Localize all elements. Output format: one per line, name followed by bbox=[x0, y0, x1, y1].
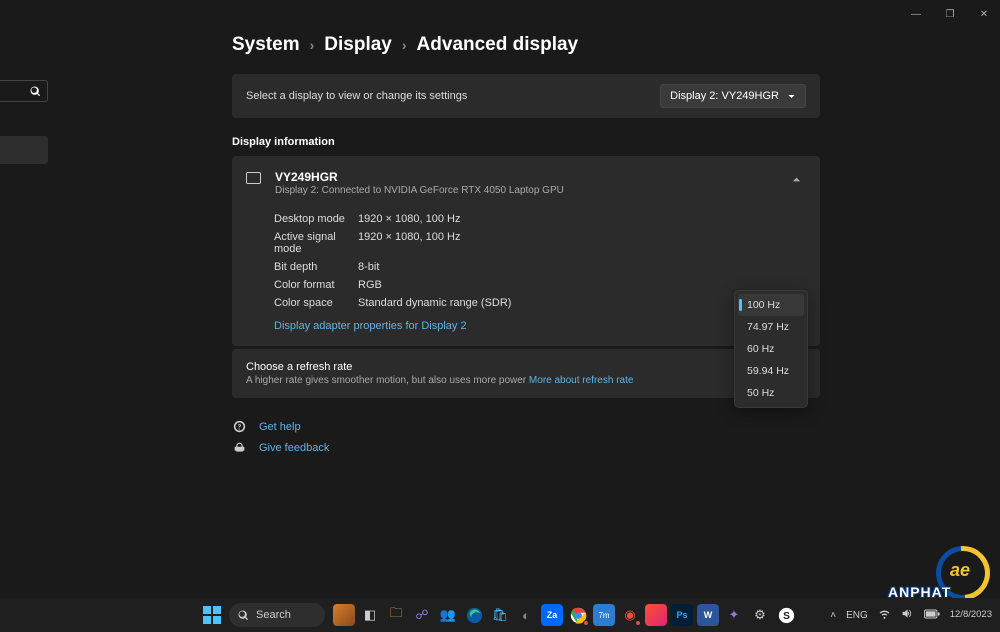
display-selector-dropdown[interactable]: Display 2: VY249HGR bbox=[660, 84, 806, 108]
select-display-label: Select a display to view or change its s… bbox=[246, 90, 467, 102]
refresh-rate-subtitle: A higher rate gives smoother motion, but… bbox=[246, 375, 806, 386]
taskbar-zalo-icon[interactable]: Za bbox=[541, 604, 563, 626]
info-row: Active signal mode1920 × 1080, 100 Hz bbox=[274, 228, 806, 258]
breadcrumb-current: Advanced display bbox=[417, 34, 579, 56]
tray-language[interactable]: ENG bbox=[846, 610, 868, 621]
display-model: VY249HGR bbox=[275, 170, 773, 184]
taskbar-app-icon[interactable]: ✦ bbox=[723, 604, 745, 626]
refresh-option[interactable]: 59.94 Hz bbox=[738, 360, 804, 382]
chevron-down-icon bbox=[787, 92, 796, 101]
chevron-right-icon: › bbox=[402, 37, 407, 53]
refresh-option[interactable]: 74.97 Hz bbox=[738, 316, 804, 338]
taskbar-app-icon[interactable]: ◐ bbox=[515, 604, 537, 626]
watermark-logo: ae ANPHAT bbox=[936, 546, 994, 604]
refresh-rate-card: Choose a refresh rate A higher rate give… bbox=[232, 349, 820, 398]
sidebar bbox=[0, 80, 48, 164]
breadcrumb: System › Display › Advanced display bbox=[232, 34, 820, 56]
tray-clock[interactable]: 12/8/2023 bbox=[950, 610, 992, 620]
search-icon bbox=[238, 610, 249, 621]
breadcrumb-display[interactable]: Display bbox=[324, 34, 392, 56]
taskbar-taskview-icon[interactable]: ◧ bbox=[359, 604, 381, 626]
chevron-right-icon: › bbox=[310, 37, 315, 53]
display-info-table: Desktop mode1920 × 1080, 100 Hz Active s… bbox=[274, 210, 806, 312]
refresh-option[interactable]: 100 Hz bbox=[738, 294, 804, 316]
taskbar-word-icon[interactable]: W bbox=[697, 604, 719, 626]
svg-text:S: S bbox=[783, 610, 790, 621]
start-button[interactable] bbox=[203, 606, 221, 624]
taskbar-photoshop-icon[interactable]: Ps bbox=[671, 604, 693, 626]
main-content: System › Display › Advanced display Sele… bbox=[232, 34, 820, 458]
info-row: Color spaceStandard dynamic range (SDR) bbox=[274, 294, 806, 312]
get-help-link[interactable]: Get help bbox=[232, 416, 820, 437]
give-feedback-link[interactable]: Give feedback bbox=[232, 437, 820, 458]
taskbar: Search ◧ 🗀 ☍ 👥 🛍 ◐ Za 7m ◉ Ps W ✦ ⚙ S ˄ … bbox=[0, 598, 1000, 632]
taskbar-app-icon[interactable]: ☍ bbox=[411, 604, 433, 626]
chevron-up-icon bbox=[791, 174, 802, 185]
collapse-button[interactable] bbox=[787, 170, 806, 192]
display-selector-value: Display 2: VY249HGR bbox=[670, 90, 779, 102]
search-icon bbox=[30, 86, 41, 97]
more-refresh-link[interactable]: More about refresh rate bbox=[529, 375, 634, 386]
refresh-rate-title: Choose a refresh rate bbox=[246, 361, 806, 373]
taskbar-edge-icon[interactable] bbox=[463, 604, 485, 626]
taskbar-store-icon[interactable]: 🛍 bbox=[489, 604, 511, 626]
taskbar-skype-icon[interactable]: S bbox=[775, 604, 797, 626]
window-titlebar: — ❐ ✕ bbox=[0, 0, 1000, 28]
help-icon bbox=[232, 420, 247, 433]
maximize-button[interactable]: ❐ bbox=[942, 6, 958, 22]
tray-chevron-icon[interactable]: ˄ bbox=[830, 610, 836, 621]
breadcrumb-system[interactable]: System bbox=[232, 34, 300, 56]
system-tray: ˄ ENG 12/8/2023 bbox=[830, 608, 992, 622]
close-button[interactable]: ✕ bbox=[976, 6, 992, 22]
taskbar-app-icon[interactable]: 7m bbox=[593, 604, 615, 626]
display-info-card: VY249HGR Display 2: Connected to NVIDIA … bbox=[232, 156, 820, 346]
adapter-properties-link[interactable]: Display adapter properties for Display 2 bbox=[274, 320, 467, 332]
refresh-option[interactable]: 50 Hz bbox=[738, 382, 804, 404]
taskbar-app-icon[interactable] bbox=[645, 604, 667, 626]
monitor-icon bbox=[246, 172, 261, 184]
taskbar-app-icon[interactable]: ◉ bbox=[619, 604, 641, 626]
sidebar-item-active[interactable] bbox=[0, 136, 48, 164]
info-row: Color formatRGB bbox=[274, 276, 806, 294]
taskbar-explorer-icon[interactable]: 🗀 bbox=[385, 604, 407, 626]
taskbar-teams-icon[interactable]: 👥 bbox=[437, 604, 459, 626]
tray-wifi-icon[interactable] bbox=[878, 608, 891, 622]
taskbar-chrome-icon[interactable] bbox=[567, 604, 589, 626]
taskbar-app-icon[interactable] bbox=[333, 604, 355, 626]
sidebar-search[interactable] bbox=[0, 80, 48, 102]
taskbar-search[interactable]: Search bbox=[229, 603, 325, 627]
refresh-option[interactable]: 60 Hz bbox=[738, 338, 804, 360]
minimize-button[interactable]: — bbox=[908, 6, 924, 22]
info-row: Bit depth8-bit bbox=[274, 258, 806, 276]
section-title: Display information bbox=[232, 136, 820, 148]
select-display-card: Select a display to view or change its s… bbox=[232, 74, 820, 118]
taskbar-settings-icon[interactable]: ⚙ bbox=[749, 604, 771, 626]
footer-links: Get help Give feedback bbox=[232, 416, 820, 458]
refresh-rate-dropdown[interactable]: 100 Hz 74.97 Hz 60 Hz 59.94 Hz 50 Hz bbox=[734, 290, 808, 408]
display-connection: Display 2: Connected to NVIDIA GeForce R… bbox=[275, 185, 773, 196]
info-row: Desktop mode1920 × 1080, 100 Hz bbox=[274, 210, 806, 228]
tray-volume-icon[interactable] bbox=[901, 608, 914, 622]
feedback-icon bbox=[232, 441, 247, 454]
tray-battery-icon[interactable] bbox=[924, 609, 940, 622]
